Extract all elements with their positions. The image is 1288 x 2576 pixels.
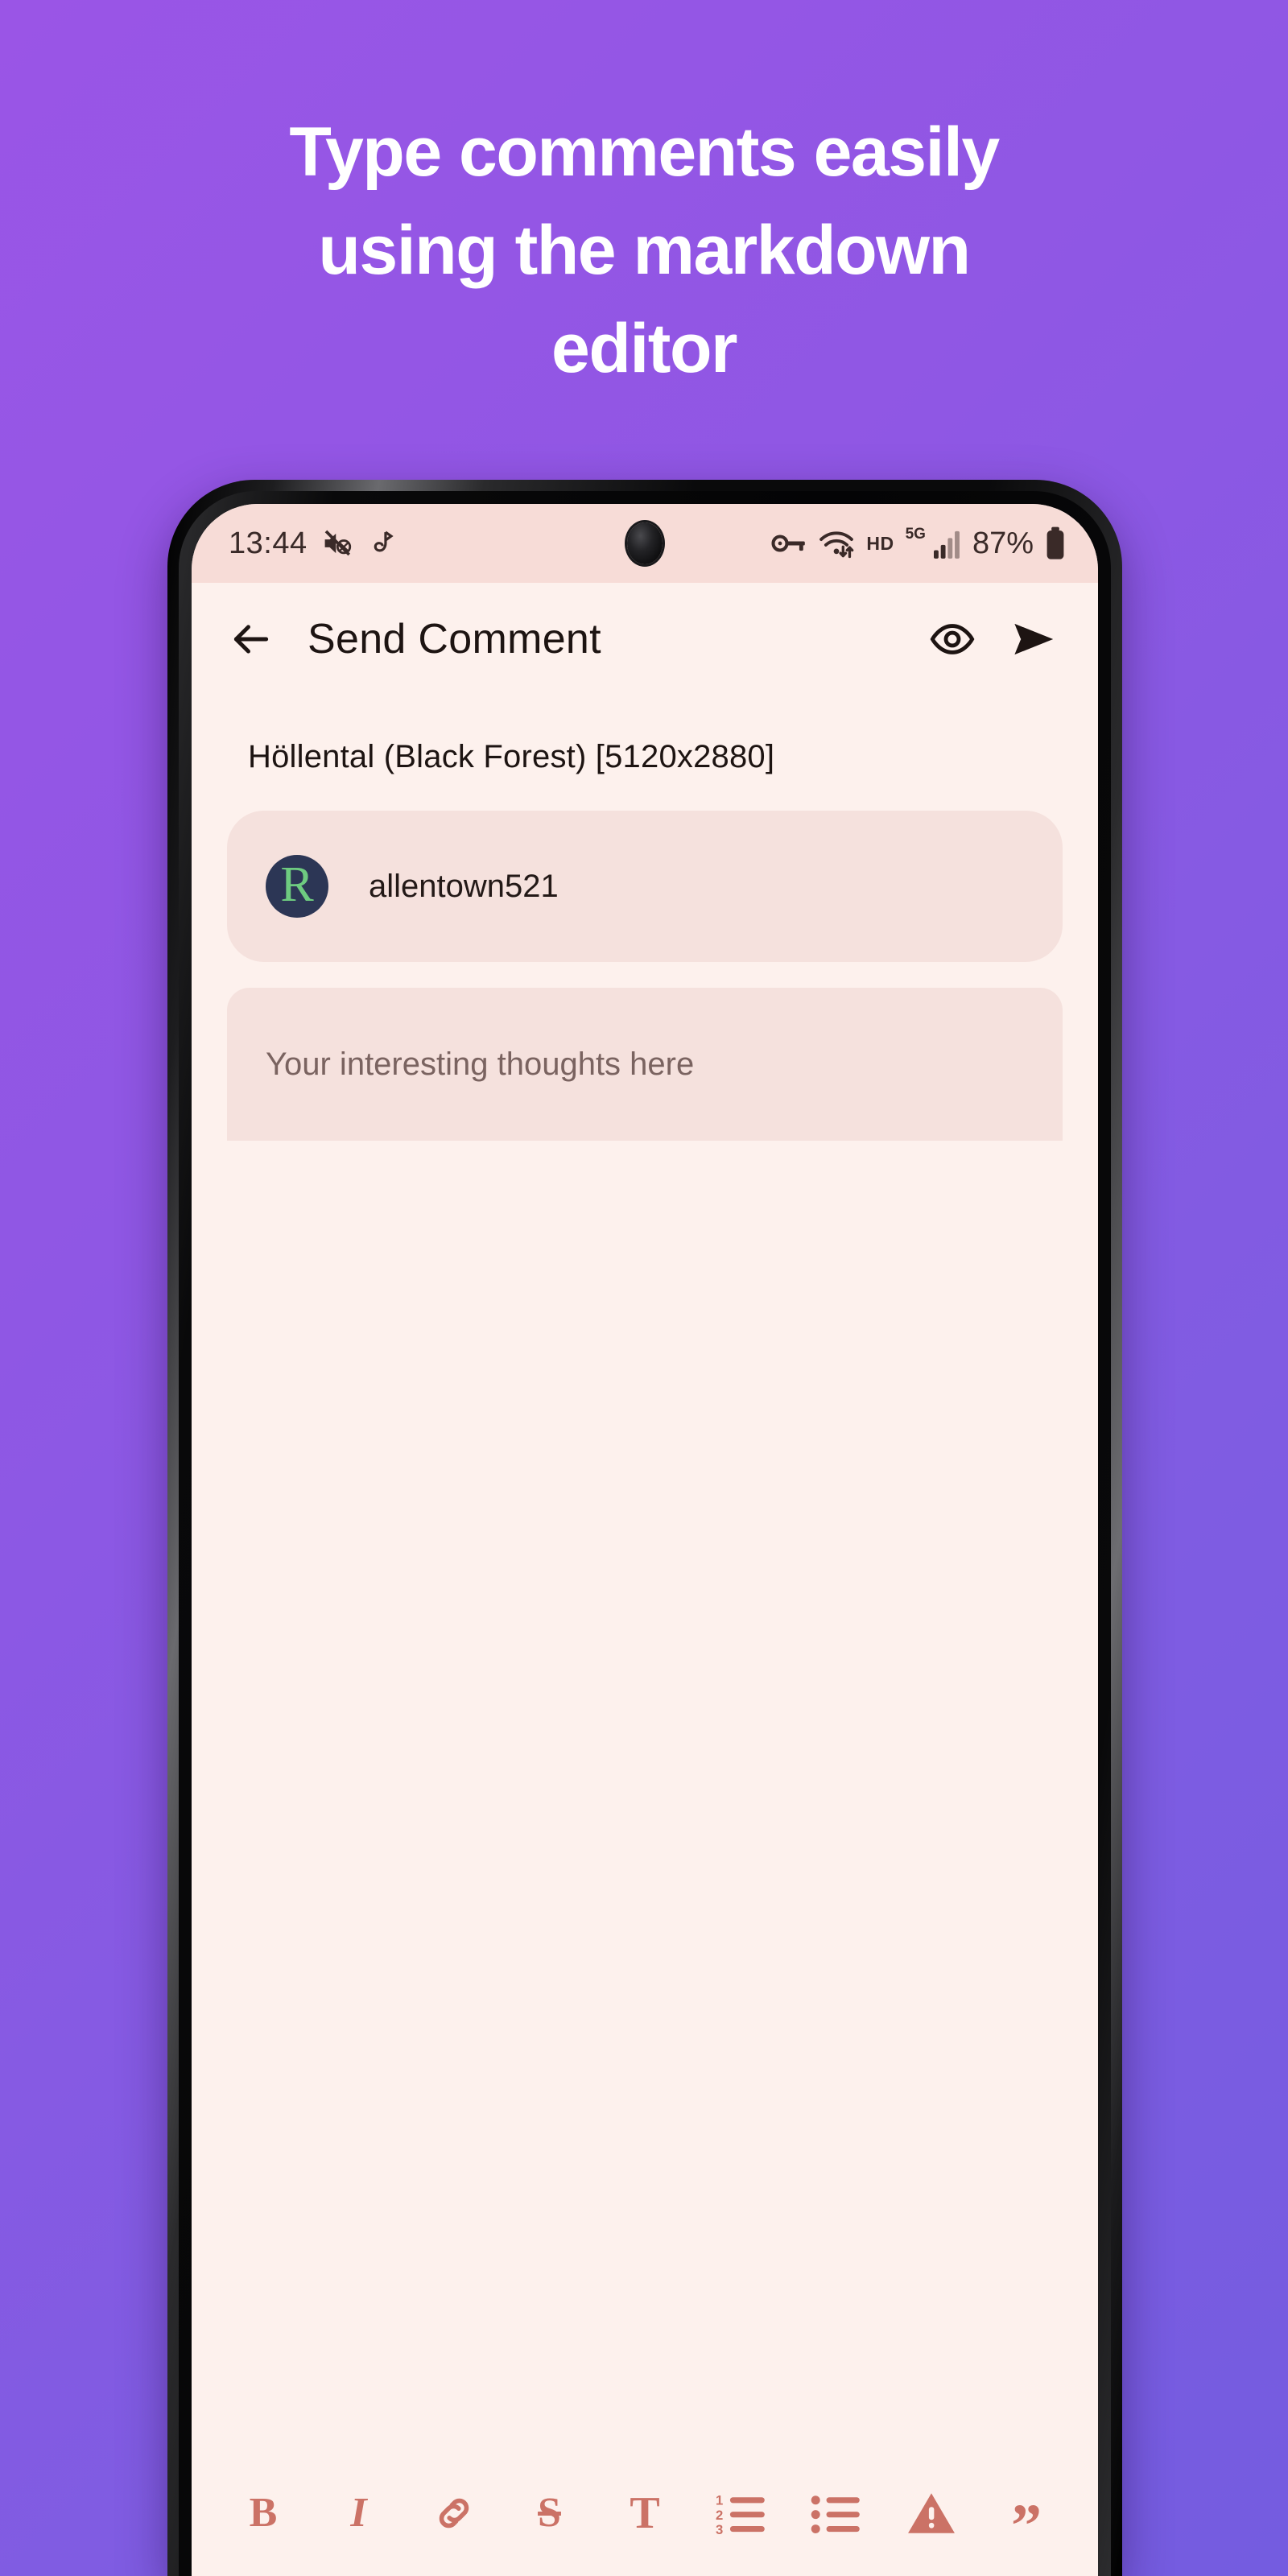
app-bar: Send Comment: [192, 583, 1098, 696]
status-time: 13:44: [229, 526, 308, 560]
numbered-list-icon: 1 2 3: [716, 2490, 766, 2537]
username-value: allentown521: [369, 868, 559, 904]
bullet-list-button[interactable]: [806, 2483, 865, 2543]
promo-headline: Type comments easily using the markdown …: [0, 103, 1288, 398]
svg-text:3: 3: [716, 2522, 723, 2537]
bold-button[interactable]: B: [233, 2483, 293, 2543]
heading-text-icon: T: [630, 2488, 660, 2538]
status-bar: 13:44 HD 5G 87%: [192, 504, 1098, 583]
svg-text:1: 1: [716, 2493, 723, 2508]
bluetooth-audio-icon: [367, 526, 398, 560]
send-paper-plane-icon[interactable]: [1005, 610, 1063, 668]
quote-icon: ”: [1011, 2492, 1042, 2560]
post-title: Höllental (Black Forest) [5120x2880]: [248, 739, 775, 774]
back-arrow-icon[interactable]: [224, 612, 279, 667]
editor-canvas[interactable]: [192, 1141, 1098, 2470]
bold-icon: B: [249, 2490, 278, 2536]
strikethrough-icon: S: [538, 2490, 561, 2536]
hd-label: HD: [866, 532, 894, 554]
status-bar-left: 13:44: [229, 526, 398, 561]
spoiler-button[interactable]: [902, 2483, 961, 2543]
headline-line-3: editor: [551, 310, 737, 388]
battery-percent-label: 87%: [972, 526, 1034, 560]
link-button[interactable]: [424, 2483, 484, 2543]
signal-bars-icon: [933, 528, 961, 559]
mute-volume-icon: [320, 526, 354, 560]
strikethrough-button[interactable]: S: [520, 2483, 580, 2543]
network-type-label: 5G: [905, 526, 926, 543]
headline-line-2: using the markdown: [318, 212, 971, 290]
comment-placeholder: Your interesting thoughts here: [266, 1046, 695, 1082]
comment-input[interactable]: Your interesting thoughts here: [227, 988, 1063, 1141]
numbered-list-button[interactable]: 1 2 3: [711, 2483, 770, 2543]
markdown-toolbar: B I S T 1 2 3 ”: [192, 2470, 1098, 2576]
italic-button[interactable]: I: [329, 2483, 389, 2543]
link-icon: [431, 2490, 477, 2537]
headline-line-1: Type comments easily: [289, 114, 1000, 191]
eye-preview-icon[interactable]: [924, 611, 980, 667]
bullet-list-icon: [811, 2490, 861, 2537]
quote-button[interactable]: ”: [997, 2483, 1056, 2557]
phone-mockup: 13:44 HD 5G 87% Send Comment Höllental (…: [167, 480, 1122, 2576]
avatar: R: [266, 855, 328, 918]
wifi-transfer-icon: [818, 527, 855, 559]
form-content: Höllental (Black Forest) [5120x2880] R a…: [192, 696, 1098, 1141]
avatar-letter: R: [280, 857, 314, 912]
page-title: Send Comment: [308, 616, 601, 663]
front-camera-punch-hole: [627, 522, 663, 564]
svg-text:2: 2: [716, 2508, 723, 2523]
heading-button[interactable]: T: [615, 2483, 675, 2543]
battery-full-icon: [1045, 526, 1066, 560]
status-bar-right: HD 5G 87%: [771, 526, 1066, 561]
username-field[interactable]: R allentown521: [227, 811, 1063, 962]
italic-icon: I: [350, 2490, 367, 2536]
phone-screen: 13:44 HD 5G 87% Send Comment Höllental (…: [192, 504, 1098, 2576]
warning-triangle-icon: [906, 2490, 956, 2537]
vpn-key-icon: [771, 530, 807, 557]
